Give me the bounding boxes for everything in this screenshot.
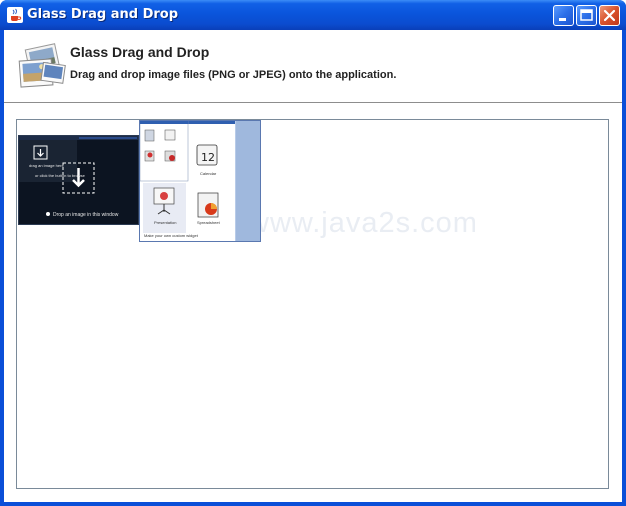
icons-screenshot-thumbnail[interactable]: 12 Calendar Presentation Spreadsheet Mak…	[139, 120, 261, 242]
maximize-button[interactable]	[576, 5, 597, 26]
dark-inner-caption-1: drag an image here	[29, 163, 64, 168]
image-drop-area[interactable]: www.java2s.com drag an image here or cli…	[16, 119, 609, 489]
java-cup-icon[interactable]	[7, 7, 23, 23]
minimize-button[interactable]	[553, 5, 574, 26]
watermark-text: www.java2s.com	[248, 207, 478, 239]
header-description: Drag and drop image files (PNG or JPEG) …	[70, 69, 397, 81]
application-window: Glass Drag and Drop Glass Drag and Drop …	[0, 0, 626, 506]
window-title: Glass Drag and Drop	[27, 7, 179, 22]
svg-text:12: 12	[201, 151, 215, 164]
photos-icon	[18, 43, 66, 88]
window-bottom-border	[0, 502, 626, 506]
title-bar[interactable]: Glass Drag and Drop	[0, 0, 626, 30]
spreadsheet-label: Spreadsheet	[197, 220, 220, 225]
dark-screenshot-thumbnail[interactable]: drag an image here or click the button t…	[18, 135, 139, 225]
dark-thumbnail-caption: Drop an image in this window	[53, 212, 119, 218]
header-panel: Glass Drag and Drop Drag and drop image …	[4, 30, 622, 103]
presentation-label: Presentation	[154, 220, 177, 225]
minimize-icon	[559, 18, 566, 21]
dark-inner-caption-2: or click the button to browse	[35, 173, 85, 178]
close-icon	[603, 9, 616, 22]
calendar-label: Calendar	[200, 171, 217, 176]
client-area: Glass Drag and Drop Drag and drop image …	[4, 30, 622, 502]
close-button[interactable]	[599, 5, 620, 26]
maximize-icon	[580, 9, 593, 21]
header-title: Glass Drag and Drop	[70, 44, 210, 60]
icons-thumbnail-footer: Make your own custom widget	[144, 233, 198, 238]
